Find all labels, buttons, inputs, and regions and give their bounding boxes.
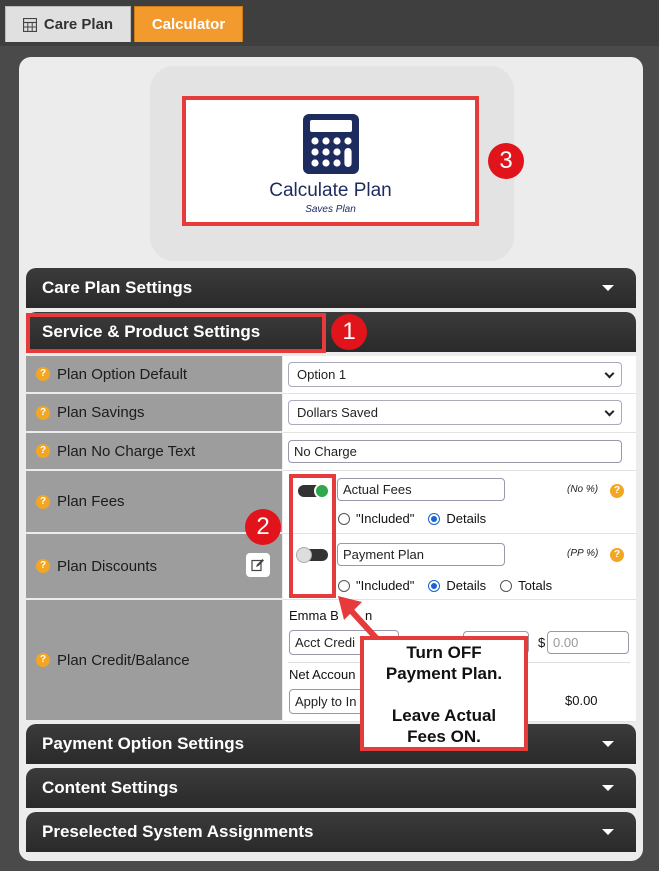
calculator-grid-icon [22,17,37,32]
step-badge-3: 3 [488,143,524,179]
calculate-plan-button[interactable]: Calculate Plan Saves Plan [182,96,479,226]
section-content-settings[interactable]: Content Settings [26,768,636,808]
radio-totals[interactable] [500,579,513,592]
help-icon[interactable]: ? [610,548,624,562]
plan-discounts-name-input[interactable]: Payment Plan [337,543,505,566]
help-icon[interactable]: ? [36,494,50,509]
help-icon[interactable]: ? [36,444,50,458]
radio-label: "Included" [356,511,415,526]
highlight-box-toggles [289,474,336,598]
step-badge-2: 2 [245,509,281,545]
radio-label: Details [446,511,487,526]
help-icon[interactable]: ? [36,405,50,420]
tab-calculator-label: Calculator [151,16,226,33]
row-label: ? Plan Discounts [26,534,282,600]
chevron-down-icon [604,368,615,379]
net-account-label: Net Accoun [289,667,356,682]
caret-down-icon [602,829,614,835]
plan-fees-name-input[interactable]: Actual Fees [337,478,505,501]
edit-icon [251,559,264,572]
row-value: Option 1 [283,356,636,394]
row-label-text: Plan Option Default [57,365,188,383]
row-label-text: Plan Fees [57,493,125,510]
plan-discounts-note: (PP %) [567,548,599,559]
row-label-text: Plan No Charge Text [57,442,196,460]
callout-line: Turn OFF [406,643,482,662]
select-value: Option 1 [297,367,347,382]
radio-label: Totals [518,578,553,593]
tab-bar: Care Plan Calculator [0,0,659,46]
help-icon[interactable]: ? [610,484,624,498]
callout-line: Fees ON. [407,727,481,746]
row-label-text: Plan Savings [57,404,145,421]
section-preselected-system-assignments[interactable]: Preselected System Assignments [26,812,636,852]
section-title: Payment Option Settings [42,734,245,753]
tab-calculator[interactable]: Calculator [134,6,243,42]
row-plan-savings: ? Plan Savings Dollars Saved [26,394,636,433]
highlight-box-service-product [26,313,326,353]
section-title: Preselected System Assignments [42,822,314,841]
plan-fees-radio-group: "Included" Details [338,511,494,526]
plan-no-charge-text-input[interactable]: No Charge [288,440,622,463]
row-label-text: Plan Discounts [57,557,158,575]
plan-fees-note: (No %) [567,484,599,495]
plan-option-default-select[interactable]: Option 1 [288,362,622,387]
calculator-icon [302,114,359,174]
currency-symbol: $ [538,635,546,650]
radio-details[interactable] [428,579,441,592]
row-value: No Charge [283,433,636,471]
callout-line: Payment Plan. [385,664,503,683]
callout-line: Leave Actual [391,706,497,725]
radio-label: Details [446,578,487,593]
calculate-plan-title: Calculate Plan [269,180,392,201]
help-icon[interactable]: ? [36,559,50,573]
help-icon[interactable]: ? [36,653,50,667]
plan-savings-select[interactable]: Dollars Saved [288,400,622,425]
row-label: ? Plan Fees [26,471,282,534]
row-plan-option-default: ? Plan Option Default Option 1 [26,356,636,394]
row-value: Dollars Saved [283,394,636,433]
radio-details[interactable] [428,512,441,525]
row-label: ? Plan Option Default [26,356,282,394]
row-label: ? Plan No Charge Text [26,433,282,471]
calculate-plan-subtitle: Saves Plan [305,204,356,215]
edit-discounts-button[interactable] [246,553,270,577]
row-plan-no-charge-text: ? Plan No Charge Text No Charge [26,433,636,471]
help-icon[interactable]: ? [36,367,50,381]
tab-care-plan[interactable]: Care Plan [5,6,131,42]
instruction-callout: Turn OFF Payment Plan. Leave Actual Fees… [360,636,528,751]
credit-amount-input[interactable]: 0.00 [547,631,629,654]
radio-included[interactable] [338,512,350,525]
step-badge-1: 1 [331,314,367,350]
row-label: ? Plan Credit/Balance [26,600,282,722]
caret-down-icon [602,741,614,747]
callout-spacer [364,684,524,705]
row-label: ? Plan Savings [26,394,282,433]
section-care-plan-settings[interactable]: Care Plan Settings [26,268,636,308]
section-title: Content Settings [42,778,178,797]
caret-down-icon [602,285,614,291]
select-value: Dollars Saved [297,405,378,420]
section-payment-option-settings[interactable]: Payment Option Settings [26,724,636,764]
chevron-down-icon [604,406,615,417]
tab-care-plan-label: Care Plan [43,16,114,33]
section-title: Care Plan Settings [42,278,193,297]
row-label-text: Plan Credit/Balance [57,651,190,669]
caret-down-icon [602,785,614,791]
net-amount: $0.00 [565,693,598,708]
